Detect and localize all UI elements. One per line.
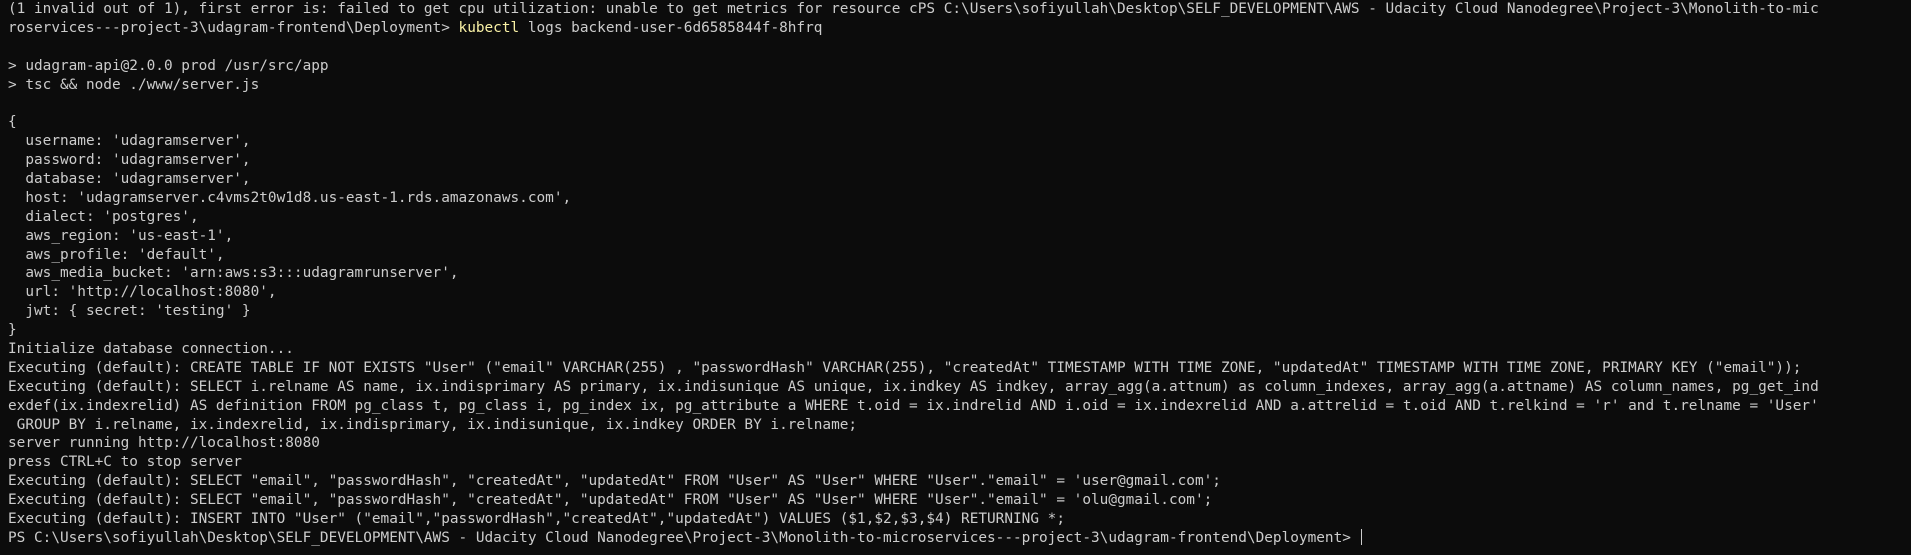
output-line: Executing (default): SELECT i.relname AS… xyxy=(8,378,1819,395)
output-line: server running http://localhost:8080 xyxy=(8,435,320,452)
output-line: jwt: { secret: 'testing' } xyxy=(8,303,251,320)
output-line: host: 'udagramserver.c4vms2t0w1d8.us-eas… xyxy=(8,189,572,206)
output-line: aws_media_bucket: 'arn:aws:s3:::udagramr… xyxy=(8,265,459,282)
output-line: Initialize database connection... xyxy=(8,341,294,358)
output-line: > tsc && node ./www/server.js xyxy=(8,76,260,93)
output-line: password: 'udagramserver', xyxy=(8,152,251,169)
output-line: GROUP BY i.relname, ix.indexrelid, ix.in… xyxy=(8,416,858,433)
command-name: kubectl xyxy=(458,19,520,36)
output-line: } xyxy=(8,322,17,339)
terminal-output: > udagram-api@2.0.0 prod /usr/src/app > t… xyxy=(8,38,1911,529)
command-args: logs backend-user-6d6585844f-8hfrq xyxy=(519,19,823,36)
output-line: { xyxy=(8,114,17,131)
active-prompt-line[interactable]: PS C:\Users\sofiyullah\Desktop\SELF_DEVE… xyxy=(8,528,1911,548)
command-line: roservices---project-3\udagram-frontend\… xyxy=(8,19,1911,38)
output-line: (1 invalid out of 1), first error is: fa… xyxy=(8,1,1819,17)
output-line: username: 'udagramserver', xyxy=(8,133,251,150)
output-line: dialect: 'postgres', xyxy=(8,208,199,225)
output-line: exdef(ix.indexrelid) AS definition FROM … xyxy=(8,397,1819,414)
output-line: press CTRL+C to stop server xyxy=(8,454,242,471)
terminal-window[interactable]: (1 invalid out of 1), first error is: fa… xyxy=(0,0,1911,555)
output-line: url: 'http://localhost:8080', xyxy=(8,284,277,301)
output-line: aws_profile: 'default', xyxy=(8,246,225,263)
text-cursor xyxy=(1360,528,1362,545)
output-line: aws_region: 'us-east-1', xyxy=(8,227,234,244)
output-line: > udagram-api@2.0.0 prod /usr/src/app xyxy=(8,57,329,74)
output-line: Executing (default): CREATE TABLE IF NOT… xyxy=(8,359,1802,376)
active-prompt: PS C:\Users\sofiyullah\Desktop\SELF_DEVE… xyxy=(8,529,1360,546)
terminal-previous-output: (1 invalid out of 1), first error is: fa… xyxy=(8,0,1911,19)
output-line: Executing (default): SELECT "email", "pa… xyxy=(8,492,1213,509)
output-line: Executing (default): SELECT "email", "pa… xyxy=(8,473,1221,490)
output-line: Executing (default): INSERT INTO "User" … xyxy=(8,511,1065,528)
command-prompt: roservices---project-3\udagram-frontend\… xyxy=(8,19,459,36)
output-line: database: 'udagramserver', xyxy=(8,171,251,188)
